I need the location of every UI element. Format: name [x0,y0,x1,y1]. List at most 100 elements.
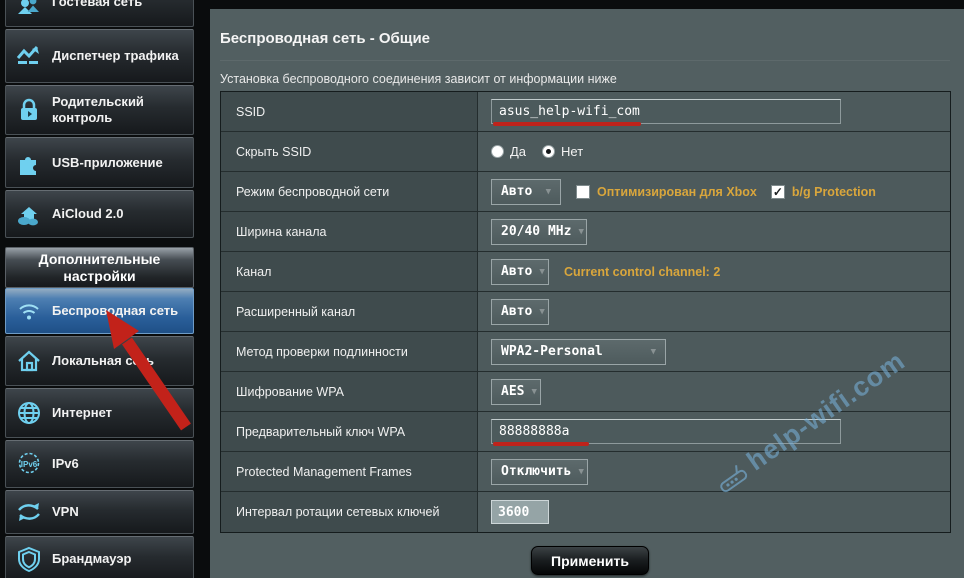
sidebar-item-lan[interactable]: Локальная сеть [5,336,194,386]
channel-select[interactable]: Авто ▼ [491,259,549,285]
wpa-key-input[interactable] [491,419,841,444]
sidebar-item-label: Локальная сеть [52,353,160,369]
sidebar-item-label: USB-приложение [52,155,169,171]
row-auth-method: Метод проверки подлинности WPA2-Personal… [221,332,950,372]
hide-ssid-no-radio[interactable]: Нет [542,144,583,159]
title-divider [220,60,950,61]
wireless-mode-value: Авто [501,184,532,199]
pmf-value: Отключить [501,464,571,479]
sidebar-item-guest-network[interactable]: Гостевая сеть [5,0,194,27]
sidebar-item-firewall[interactable]: Брандмауэр [5,536,194,578]
radio-circle-icon [491,145,504,158]
sidebar-item-label: Интернет [52,405,118,421]
lan-icon [6,347,52,375]
ext-channel-select[interactable]: Авто ▼ [491,299,549,325]
wifi-icon [6,297,52,325]
auth-method-value: WPA2-Personal [501,344,603,359]
ssid-input[interactable] [491,99,841,124]
row-ssid: SSID [221,92,950,132]
usb-app-icon [6,150,52,176]
page-subtitle: Установка беспроводного соединения завис… [220,72,617,86]
key-rotation-label: Интервал ротации сетевых ключей [221,492,478,532]
hide-ssid-yes-radio[interactable]: Да [491,144,526,159]
page-title: Беспроводная сеть - Общие [220,30,430,47]
checkmark-icon: ✓ [773,185,783,199]
ext-channel-label: Расширенный канал [221,292,478,331]
wpa-encryption-label: Шифрование WPA [221,372,478,411]
sidebar-item-label: AiCloud 2.0 [52,206,130,222]
auth-method-label: Метод проверки подлинности [221,332,478,371]
channel-width-select[interactable]: 20/40 MHz ▼ [491,219,587,245]
firewall-icon [6,545,52,573]
bg-protection-checkbox[interactable]: ✓ [771,185,785,199]
sidebar-item-vpn[interactable]: VPN [5,490,194,534]
sidebar-item-label: Родительский контроль [52,94,193,126]
channel-width-label: Ширина канала [221,212,478,251]
channel-value: Авто [501,264,532,279]
channel-label: Канал [221,252,478,291]
wireless-mode-select[interactable]: Авто ▼ [491,179,561,205]
chevron-down-icon: ▼ [539,307,544,317]
apply-button[interactable]: Применить [531,546,649,575]
wpa-encryption-select[interactable]: AES ▼ [491,379,541,405]
channel-width-value: 20/40 MHz [501,224,571,239]
bg-protection-label: b/g Protection [792,185,876,199]
hide-ssid-yes-label: Да [510,144,526,159]
wpa-encryption-value: AES [501,384,524,399]
key-rotation-input[interactable] [491,500,549,524]
main-panel: Беспроводная сеть - Общие Установка бесп… [210,9,964,578]
chevron-down-icon: ▼ [578,227,583,237]
sidebar-section-advanced-settings: Дополнительные настройки [5,247,194,288]
chevron-down-icon: ▼ [578,467,583,477]
sidebar-item-traffic-manager[interactable]: Диспетчер трафика [5,29,194,83]
sidebar-section-title: Дополнительные настройки [25,251,175,285]
row-key-rotation: Интервал ротации сетевых ключей [221,492,950,532]
row-ext-channel: Расширенный канал Авто ▼ [221,292,950,332]
row-channel-width: Ширина канала 20/40 MHz ▼ [221,212,950,252]
radio-circle-selected-icon [542,145,555,158]
sidebar-item-label: Гостевая сеть [52,0,148,10]
auth-method-select[interactable]: WPA2-Personal ▼ [491,339,666,365]
wireless-settings-table: SSID Скрыть SSID Да Нет [220,91,951,533]
vpn-icon [6,498,52,526]
wpa-key-label: Предварительный ключ WPA [221,412,478,451]
row-wpa-encryption: Шифрование WPA AES ▼ [221,372,950,412]
guest-network-icon [6,0,52,16]
sidebar: Гостевая сеть Диспетчер трафика Родитель… [0,0,197,578]
wireless-mode-label: Режим беспроводной сети [221,172,478,211]
sidebar-item-label: VPN [52,504,85,520]
internet-icon [6,399,52,427]
chevron-down-icon: ▼ [546,187,551,197]
chevron-down-icon: ▼ [539,267,544,277]
xbox-checkbox-label: Оптимизирован для Xbox [597,185,757,199]
row-pmf: Protected Management Frames Отключить ▼ [221,452,950,492]
sidebar-item-parental-control[interactable]: Родительский контроль [5,85,194,135]
ssid-label: SSID [221,92,478,131]
aicloud-icon [6,200,52,228]
sidebar-item-usb-app[interactable]: USB-приложение [5,137,194,188]
red-underline-annotation [493,442,589,446]
chevron-down-icon: ▼ [531,387,536,397]
pmf-select[interactable]: Отключить ▼ [491,459,588,485]
current-channel-note: Current control channel: 2 [564,265,720,279]
sidebar-item-ipv6[interactable]: IPv6 IPv6 [5,440,194,488]
sidebar-item-label: Беспроводная сеть [52,303,184,319]
sidebar-item-label: IPv6 [52,456,85,472]
sidebar-item-aicloud[interactable]: AiCloud 2.0 [5,190,194,238]
row-hide-ssid: Скрыть SSID Да Нет [221,132,950,172]
chevron-down-icon: ▼ [651,347,656,357]
hide-ssid-label: Скрыть SSID [221,132,478,171]
ipv6-icon: IPv6 [6,450,52,478]
sidebar-item-label: Брандмауэр [52,551,137,567]
xbox-checkbox[interactable] [576,185,590,199]
sidebar-item-label: Диспетчер трафика [52,48,185,64]
traffic-manager-icon [6,42,52,70]
sidebar-item-wireless[interactable]: Беспроводная сеть [5,288,194,334]
red-underline-annotation [493,122,641,126]
parental-control-icon [6,97,52,123]
svg-text:IPv6: IPv6 [21,460,38,469]
sidebar-item-internet[interactable]: Интернет [5,388,194,438]
pmf-label: Protected Management Frames [221,452,478,491]
row-wpa-key: Предварительный ключ WPA [221,412,950,452]
ext-channel-value: Авто [501,304,532,319]
